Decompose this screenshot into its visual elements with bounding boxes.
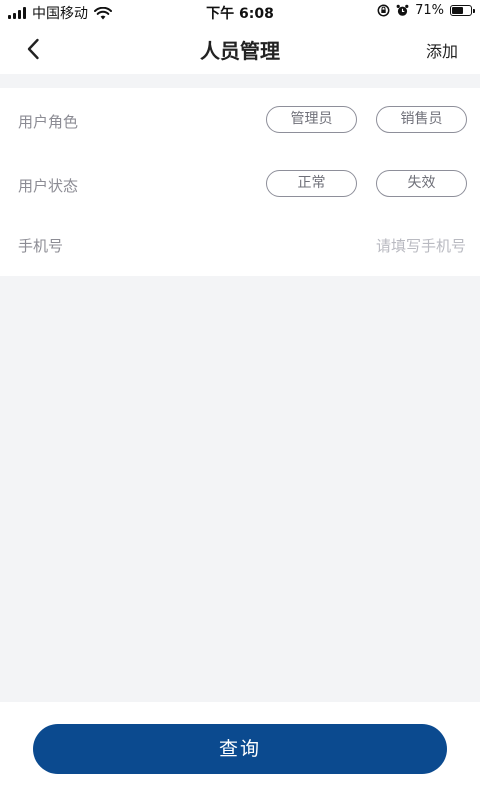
status-bar: 中国移动 下午 6:08 71%	[0, 0, 480, 24]
query-button[interactable]: 查询	[33, 724, 447, 774]
battery-icon	[450, 5, 475, 16]
filter-panel: 用户角色 管理员 销售员 用户状态 正常 失效 手机号	[0, 88, 480, 276]
page: 中国移动 下午 6:08 71% 人员管理 添加 用户角色 管理员 销售员 用户…	[0, 0, 480, 800]
role-option-sales[interactable]: 销售员	[376, 106, 467, 133]
status-right: 71%	[377, 3, 475, 18]
orientation-lock-icon	[377, 4, 390, 17]
status-label: 用户状态	[18, 177, 79, 195]
nav-bar: 人员管理 添加	[0, 24, 480, 74]
phone-label: 手机号	[18, 237, 64, 255]
status-option-invalid[interactable]: 失效	[376, 170, 467, 197]
battery-fill	[452, 7, 463, 14]
status-option-normal[interactable]: 正常	[266, 170, 357, 197]
status-filter-row: 用户状态 正常 失效	[0, 166, 480, 206]
role-option-admin[interactable]: 管理员	[266, 106, 357, 133]
phone-input[interactable]	[264, 233, 468, 259]
bottom-bar: 查询	[0, 702, 480, 800]
add-button[interactable]: 添加	[426, 38, 458, 62]
alarm-icon	[396, 4, 409, 16]
battery-percent: 71%	[415, 3, 444, 18]
role-label: 用户角色	[18, 113, 79, 131]
role-filter-row: 用户角色 管理员 销售员	[0, 102, 480, 142]
phone-filter-row: 手机号	[0, 226, 480, 266]
page-title: 人员管理	[200, 39, 280, 63]
